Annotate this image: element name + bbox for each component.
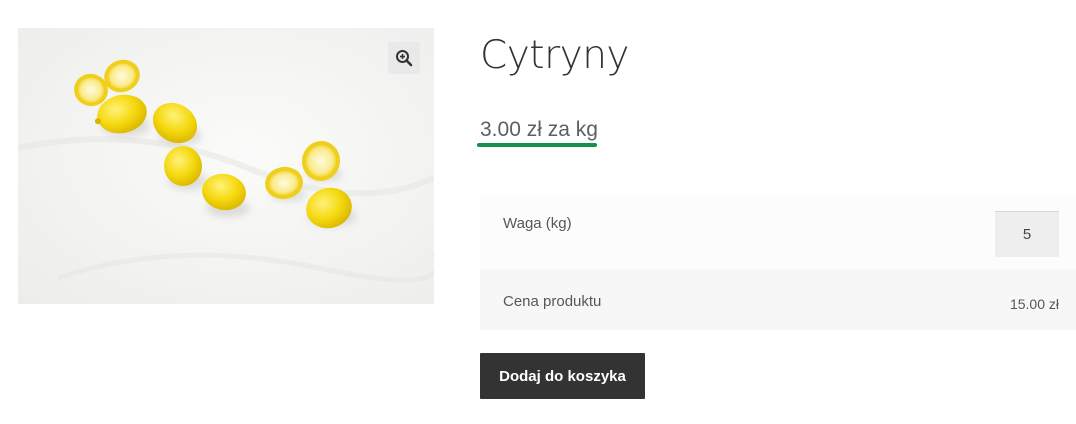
add-to-cart-button[interactable]: Dodaj do koszyka — [480, 353, 645, 399]
total-label: Cena produktu — [503, 293, 602, 310]
weight-input[interactable] — [995, 211, 1059, 257]
product-title: Cytryny — [480, 33, 630, 78]
product-price: 3.00 zł za kg — [480, 118, 598, 141]
total-value: 15.00 zł — [1009, 296, 1059, 312]
zoom-button[interactable] — [388, 42, 420, 74]
lemons-photo — [18, 28, 434, 304]
total-row: Cena produktu 15.00 zł — [480, 270, 1076, 330]
magnifier-plus-icon — [396, 50, 413, 67]
product-image[interactable] — [18, 28, 434, 304]
product-summary: Cytryny 3.00 zł za kg Waga (kg) Cena pro… — [477, 0, 1076, 424]
product-options-table: Waga (kg) Cena produktu 15.00 zł — [480, 196, 1076, 330]
price-underline — [477, 143, 597, 147]
weight-label: Waga (kg) — [503, 215, 572, 232]
weight-row: Waga (kg) — [480, 196, 1076, 270]
